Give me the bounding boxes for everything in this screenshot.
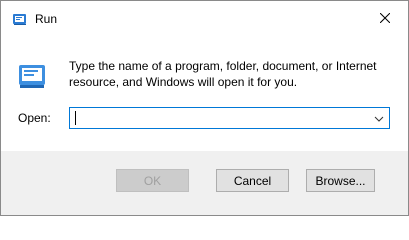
run-icon [12,11,28,27]
open-combobox[interactable] [69,107,390,129]
ok-button[interactable]: OK [116,169,189,192]
run-icon-large [16,59,50,93]
button-bar: OK Cancel Browse... [1,151,408,215]
chevron-down-icon [374,111,384,125]
browse-button[interactable]: Browse... [306,169,375,192]
title-bar[interactable]: Run [1,1,408,37]
dialog-body: Type the name of a program, folder, docu… [1,37,408,151]
open-input[interactable] [74,110,364,126]
dropdown-button[interactable] [371,110,387,126]
close-button[interactable] [362,1,408,37]
cancel-button[interactable]: Cancel [216,169,289,192]
instruction-text: Type the name of a program, folder, docu… [69,59,377,89]
window-title: Run [35,12,58,26]
open-label: Open: [18,111,51,125]
text-cursor [75,111,76,125]
run-dialog: Run Type the name of a program, folder, … [0,0,409,216]
close-icon [379,12,391,26]
